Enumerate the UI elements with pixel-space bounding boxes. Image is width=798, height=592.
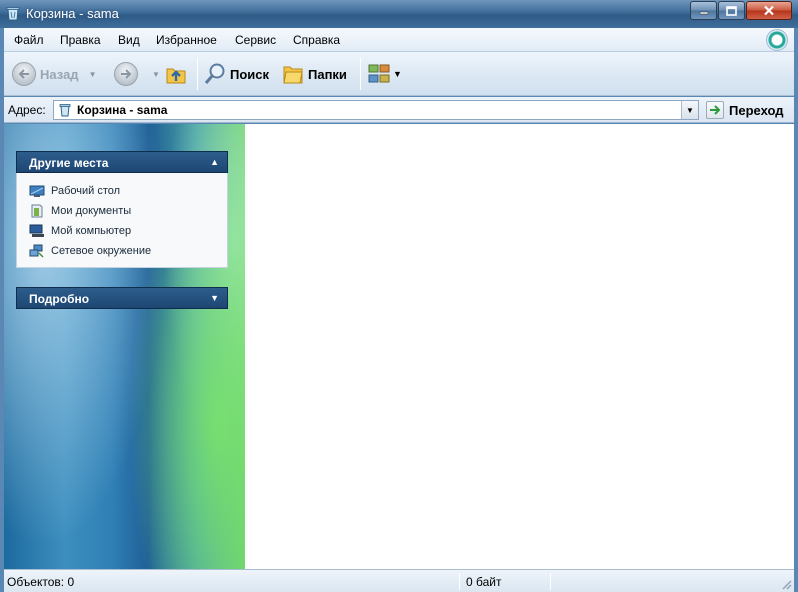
resize-grip-icon[interactable] bbox=[780, 578, 792, 590]
go-button[interactable]: Переход bbox=[706, 100, 784, 120]
place-my-computer[interactable]: Мой компьютер bbox=[29, 221, 227, 241]
details-title: Подробно bbox=[29, 292, 90, 306]
status-divider bbox=[459, 573, 460, 590]
back-button[interactable]: Назад ▼ bbox=[12, 60, 96, 88]
menu-edit[interactable]: Правка bbox=[60, 33, 101, 47]
folders-label: Папки bbox=[308, 66, 347, 82]
views-icon bbox=[368, 64, 390, 83]
address-field[interactable]: Корзина - sama ▼ bbox=[53, 100, 699, 120]
search-label: Поиск bbox=[230, 66, 270, 82]
title-bar[interactable]: Корзина - sama bbox=[0, 0, 798, 28]
close-button[interactable] bbox=[746, 1, 792, 20]
back-dropdown-icon[interactable]: ▼ bbox=[89, 70, 97, 79]
toolbar-separator bbox=[360, 58, 361, 90]
maximize-icon bbox=[726, 5, 737, 16]
address-label: Адрес: bbox=[8, 103, 46, 117]
menu-file[interactable]: Файл bbox=[14, 33, 44, 47]
search-icon bbox=[204, 63, 225, 84]
forward-dropdown-icon[interactable]: ▼ bbox=[152, 70, 160, 79]
desktop-icon bbox=[29, 185, 45, 197]
recycle-bin-icon bbox=[6, 7, 20, 21]
menu-tools[interactable]: Сервис bbox=[235, 33, 276, 47]
place-desktop-label: Рабочий стол bbox=[51, 185, 121, 197]
address-dropdown-icon[interactable]: ▼ bbox=[681, 101, 698, 119]
minimize-icon bbox=[699, 11, 708, 14]
forward-button[interactable]: ▼ bbox=[114, 60, 160, 88]
other-places-panel: Другие места ▲ Рабочий стол Мои документ… bbox=[16, 151, 228, 268]
computer-icon bbox=[29, 224, 44, 237]
menu-help[interactable]: Справка bbox=[293, 33, 340, 47]
task-pane: Другие места ▲ Рабочий стол Мои документ… bbox=[4, 124, 245, 569]
forward-arrow-icon bbox=[114, 62, 138, 86]
caption-buttons bbox=[689, 1, 792, 20]
address-value: Корзина - sama bbox=[77, 103, 168, 117]
menu-favorites[interactable]: Избранное bbox=[156, 33, 217, 47]
status-object-count: Объектов: 0 bbox=[7, 575, 75, 589]
menu-bar: Файл Правка Вид Избранное Сервис Справка bbox=[4, 28, 794, 52]
folders-icon bbox=[283, 66, 303, 84]
place-network-label: Сетевое окружение bbox=[51, 245, 152, 257]
up-folder-button[interactable] bbox=[164, 60, 188, 88]
address-bar: Адрес: Корзина - sama ▼ Переход bbox=[4, 97, 794, 123]
back-label: Назад bbox=[40, 66, 79, 82]
place-my-computer-label: Мой компьютер bbox=[51, 225, 132, 237]
toolbar: Назад ▼ ▼ Поиск Папки ▼ bbox=[4, 52, 794, 96]
place-desktop[interactable]: Рабочий стол bbox=[29, 181, 227, 201]
close-icon bbox=[764, 5, 774, 16]
details-header[interactable]: Подробно ▼ bbox=[16, 287, 228, 309]
back-arrow-icon bbox=[12, 62, 36, 86]
explorer-window: Корзина - sama Файл Правка Вид Избранное… bbox=[0, 0, 798, 592]
views-dropdown-icon: ▼ bbox=[393, 69, 402, 79]
other-places-title: Другие места bbox=[29, 156, 109, 170]
documents-icon bbox=[31, 204, 43, 218]
toolbar-separator bbox=[197, 58, 198, 90]
network-icon bbox=[29, 244, 44, 258]
file-list-area[interactable] bbox=[245, 124, 794, 569]
status-bar: Объектов: 0 0 байт bbox=[4, 569, 794, 592]
window-title: Корзина - sama bbox=[26, 6, 119, 21]
folders-button[interactable]: Папки bbox=[282, 60, 347, 88]
expand-chevron-icon[interactable]: ▼ bbox=[210, 293, 219, 303]
place-my-documents-label: Мои документы bbox=[51, 205, 132, 217]
views-button[interactable]: ▼ bbox=[368, 60, 402, 88]
place-my-documents[interactable]: Мои документы bbox=[29, 201, 227, 221]
recycle-bin-icon bbox=[59, 104, 71, 117]
go-arrow-icon bbox=[706, 101, 724, 119]
minimize-button[interactable] bbox=[690, 1, 717, 20]
collapse-chevron-icon[interactable]: ▲ bbox=[210, 157, 219, 167]
up-folder-icon bbox=[166, 68, 186, 84]
other-places-header[interactable]: Другие места ▲ bbox=[16, 151, 228, 173]
place-network[interactable]: Сетевое окружение bbox=[29, 241, 227, 261]
maximize-button[interactable] bbox=[718, 1, 745, 20]
details-panel: Подробно ▼ bbox=[16, 287, 228, 309]
status-divider bbox=[550, 573, 551, 590]
menu-view[interactable]: Вид bbox=[118, 33, 140, 47]
other-places-list: Рабочий стол Мои документы Мой компьютер bbox=[16, 173, 228, 268]
search-button[interactable]: Поиск bbox=[204, 60, 269, 88]
windows-logo-icon bbox=[766, 29, 788, 51]
go-label: Переход bbox=[729, 102, 784, 118]
status-size: 0 байт bbox=[466, 575, 502, 589]
